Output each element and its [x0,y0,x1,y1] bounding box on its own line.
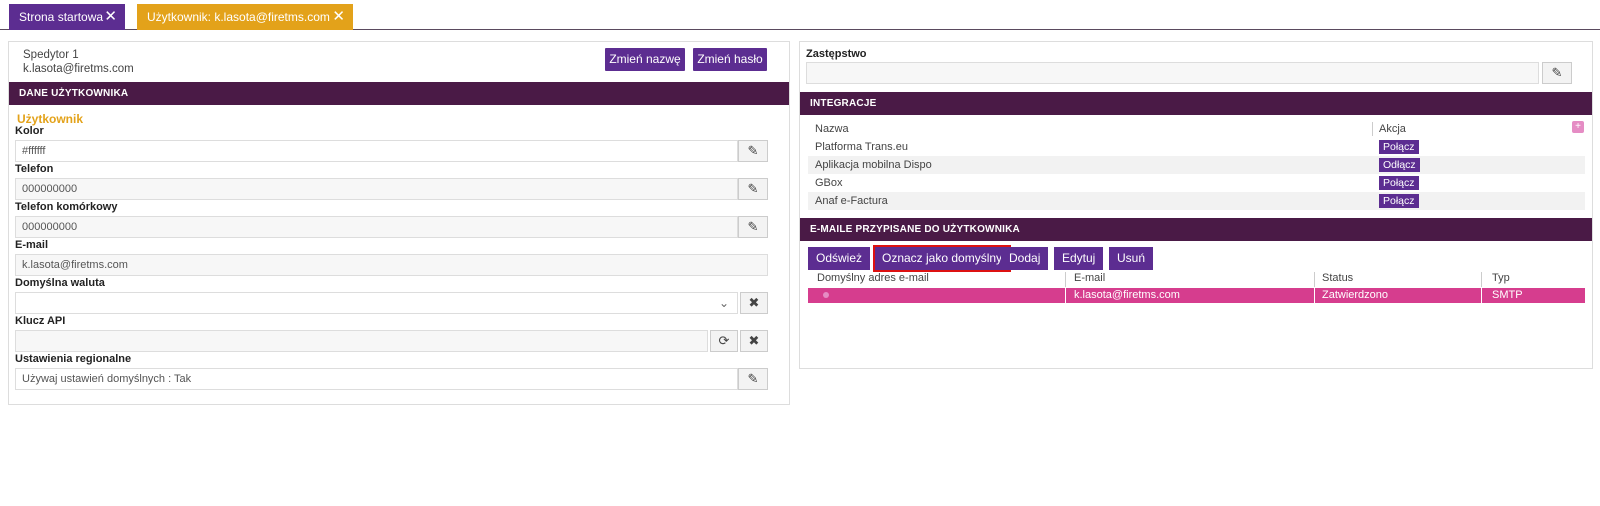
emails-table-header: Domyślny adres e-mail E-mail Status Typ [808,272,1585,287]
connect-button[interactable]: Połącz [1379,194,1419,208]
mobile-field[interactable]: 000000000 [15,216,738,238]
phone-label: Telefon [15,163,54,175]
col-action: Akcja [1379,123,1406,135]
currency-select[interactable]: ⌄ [15,292,738,314]
email-cell: k.lasota@firetms.com [1074,289,1180,301]
user-email: k.lasota@firetms.com [23,63,134,75]
user-header: Spedytor 1 k.lasota@firetms.com [23,48,134,76]
integration-row: Anaf e-Factura Połącz [808,192,1585,210]
user-subheading: Użytkownik [17,112,84,126]
color-label: Kolor [15,125,44,137]
connect-button[interactable]: Połącz [1379,176,1419,190]
api-key-label: Klucz API [15,315,66,327]
user-name: Spedytor 1 [23,49,79,61]
default-marker-icon [823,292,829,298]
email-label: E-mail [15,239,49,251]
type-cell: SMTP [1492,289,1523,301]
mobile-label: Telefon komórkowy [15,201,118,213]
integration-name: GBox [815,177,843,189]
edit-icon[interactable]: ✎ [738,140,768,162]
add-icon[interactable]: + [1572,121,1584,133]
section-emails: E-MAILE PRZYPISANE DO UŻYTKOWNIKA [800,218,1592,241]
integration-name: Platforma Trans.eu [815,141,908,153]
section-integrations: INTEGRACJE [800,92,1592,115]
edit-icon[interactable]: ✎ [738,368,768,390]
integration-row: Aplikacja mobilna Dispo Odłącz [808,156,1585,174]
clear-icon[interactable]: ✖ [740,330,768,352]
integration-row: Platforma Trans.eu Połącz [808,138,1585,156]
user-data-panel: Spedytor 1 k.lasota@firetms.com Zmień na… [8,41,790,405]
regional-field[interactable]: Używaj ustawień domyślnych : Tak [15,368,738,390]
chevron-down-icon: ⌄ [718,296,729,310]
edit-button[interactable]: Edytuj [1054,247,1104,270]
right-panel: Zastępstwo ✎ INTEGRACJE Nazwa Akcja + Pl… [799,41,1593,369]
close-icon[interactable]: ✕ [332,4,345,30]
phone-field[interactable]: 000000000 [15,178,738,200]
tab-start-page[interactable]: Strona startowa ✕ [9,4,125,30]
email-field[interactable]: k.lasota@firetms.com [15,254,768,276]
section-user-data: DANE UŻYTKOWNIKA [9,82,789,105]
substitute-label: Zastępstwo [806,48,867,60]
edit-icon[interactable]: ✎ [738,178,768,200]
tab-user[interactable]: Użytkownik: k.lasota@firetms.com ✕ [137,4,353,30]
connect-button[interactable]: Połącz [1379,140,1419,154]
substitute-field[interactable] [806,62,1539,84]
api-key-field[interactable] [15,330,708,352]
refresh-button[interactable]: Odśwież [808,247,871,270]
col-type: Typ [1492,272,1510,284]
col-email: E-mail [1074,272,1106,284]
col-status: Status [1322,272,1354,284]
edit-icon[interactable]: ✎ [738,216,768,238]
add-button[interactable]: Dodaj [1001,247,1049,270]
col-default: Domyślny adres e-mail [817,272,929,284]
rename-button[interactable]: Zmień nazwę [605,48,685,71]
color-field[interactable]: #ffffff [15,140,738,162]
mark-default-button[interactable]: Oznacz jako domyślny [873,245,1012,272]
regional-label: Ustawienia regionalne [15,353,132,365]
integration-name: Anaf e-Factura [815,195,888,207]
col-name: Nazwa [815,123,849,135]
delete-button[interactable]: Usuń [1109,247,1154,270]
integration-row: GBox Połącz [808,174,1585,192]
status-cell: Zatwierdzono [1322,289,1389,301]
refresh-icon[interactable]: ⟳ [710,330,738,352]
change-password-button[interactable]: Zmień hasło [693,48,767,71]
tab-label: Użytkownik: k.lasota@firetms.com [147,10,330,24]
clear-icon[interactable]: ✖ [740,292,768,314]
table-row[interactable]: k.lasota@firetms.com Zatwierdzono SMTP [808,288,1585,303]
tab-bar: Strona startowa ✕ Użytkownik: k.lasota@f… [0,0,1600,30]
close-icon[interactable]: ✕ [104,4,117,30]
integrations-header: Nazwa Akcja + [808,120,1585,138]
disconnect-button[interactable]: Odłącz [1379,158,1420,172]
tab-label: Strona startowa [19,10,104,24]
integration-name: Aplikacja mobilna Dispo [815,159,932,171]
currency-label: Domyślna waluta [15,277,105,289]
edit-icon[interactable]: ✎ [1542,62,1572,84]
